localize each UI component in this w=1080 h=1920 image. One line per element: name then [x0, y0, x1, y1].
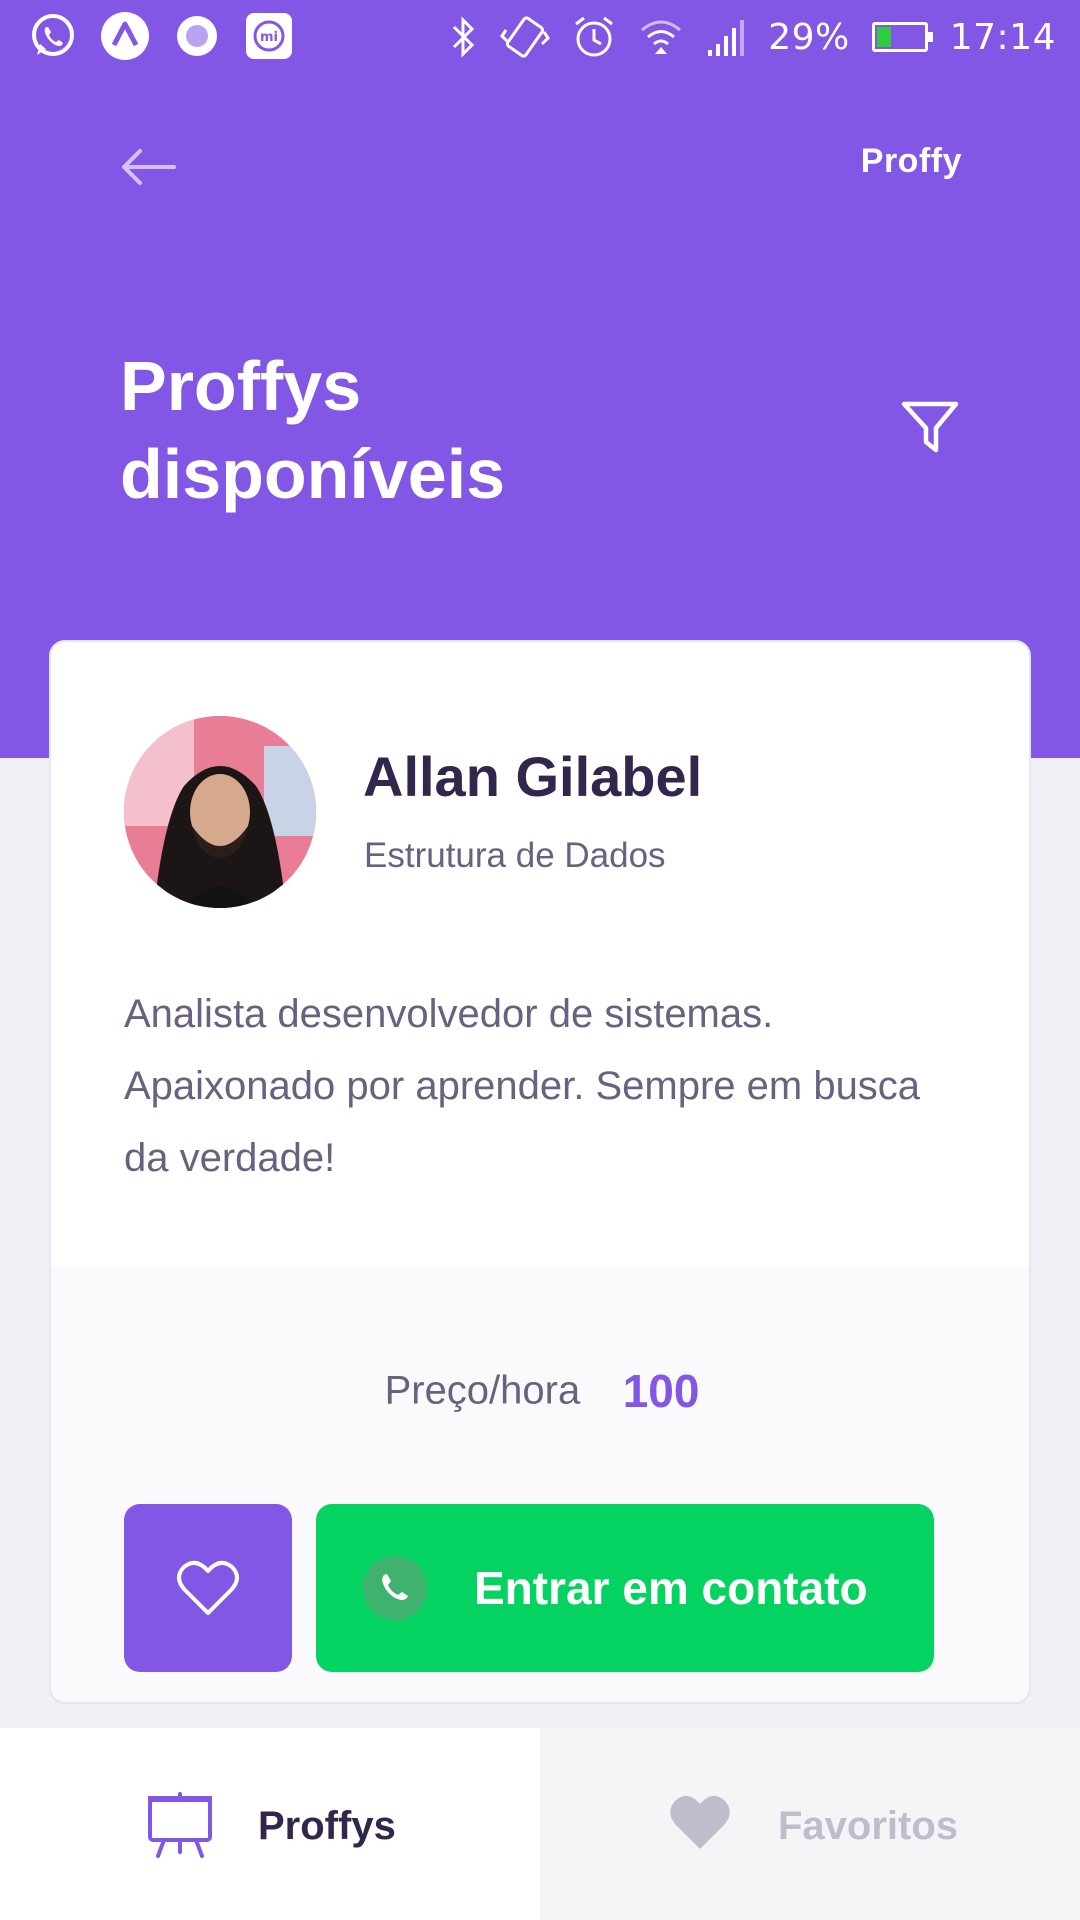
alarm-icon: [575, 16, 614, 57]
teacher-subject: Estrutura de Dados: [364, 836, 666, 875]
circle-app-icon: [177, 16, 217, 56]
expo-icon: [101, 12, 149, 60]
back-arrow-icon[interactable]: [118, 142, 178, 192]
battery-icon: [871, 22, 933, 52]
signal-icon: [708, 20, 745, 56]
contact-button-label: Entrar em contato: [474, 1562, 868, 1614]
card-footer: Preço/hora 100 Entrar em contato: [51, 1266, 1029, 1702]
price-label: Preço/hora: [384, 1368, 581, 1413]
filter-icon[interactable]: [900, 398, 960, 458]
clock: 17:14: [949, 16, 1056, 58]
page-title: Proffys disponíveis: [120, 347, 506, 513]
wifi-icon: [641, 20, 682, 54]
teacher-name: Allan Gilabel: [363, 745, 703, 808]
contact-button[interactable]: Entrar em contato: [316, 1504, 934, 1672]
mi-icon: mi: [246, 13, 292, 59]
svg-text:mi: mi: [260, 30, 278, 45]
heart-outline-icon: [177, 1560, 239, 1615]
proffy-logo: Proffy: [860, 142, 962, 180]
tab-proffys-label: Proffys: [258, 1804, 396, 1848]
tab-favoritos[interactable]: Favoritos: [540, 1728, 1080, 1920]
tab-bar: Proffys Favoritos: [0, 1728, 1080, 1920]
tab-favoritos-label: Favoritos: [778, 1804, 959, 1848]
tab-proffys[interactable]: Proffys: [0, 1728, 540, 1920]
whatsapp-icon: [363, 1556, 427, 1620]
teacher-card: Allan Gilabel Estrutura de Dados Analist…: [49, 640, 1031, 1704]
battery-percent: 29%: [768, 16, 850, 58]
heart-icon: [670, 1795, 730, 1849]
teacher-bio: Analista desenvolvedor de sistemas. Apai…: [124, 992, 921, 1180]
status-bar: mi 29% 17:14: [0, 0, 1080, 76]
price-row: Preço/hora 100: [51, 1364, 1029, 1418]
favorite-button[interactable]: [124, 1504, 292, 1672]
whatsapp-icon: [32, 14, 74, 56]
avatar: [124, 716, 316, 908]
vibrate-icon: [500, 16, 551, 58]
price-value: 100: [622, 1365, 700, 1417]
easel-icon: [148, 1792, 212, 1858]
bluetooth-icon: [453, 16, 475, 58]
